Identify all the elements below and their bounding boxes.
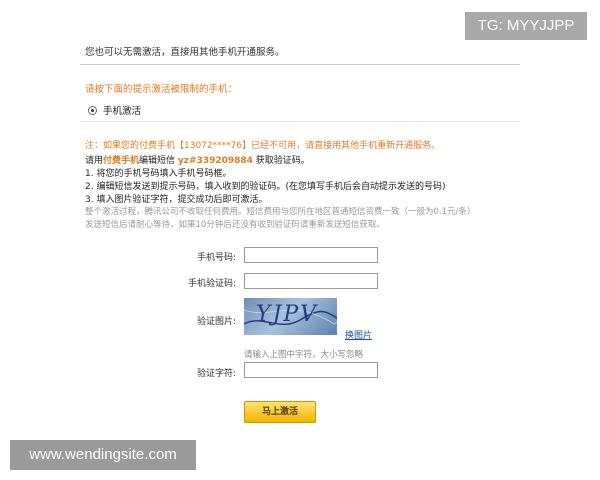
captcha-label: 验证图片: <box>196 317 236 327</box>
sms-instruction: 请用付费手机编辑短信 yz#339209884 获取验证码。 <box>85 153 310 166</box>
chars-input[interactable] <box>244 362 378 378</box>
radio-selected-icon[interactable] <box>88 105 97 115</box>
note-text: 注：如果您的付费手机【13072****76】已经不可用，请直接用其他手机重新开… <box>85 141 441 151</box>
refresh-captcha-link[interactable]: 换图片 <box>345 328 372 341</box>
divider <box>80 121 520 122</box>
sms-mid: 编辑短信 <box>139 156 178 166</box>
step-2: 2. 编辑短信发送到提示号码，填入收到的验证码。(在您填写手机后会自动提示发送的… <box>85 182 446 192</box>
phone-label: 手机号码: <box>196 253 236 263</box>
captcha-image: YJPV <box>244 298 337 335</box>
sms-post: 获取验证码。 <box>252 156 310 166</box>
option-phone-activation[interactable]: 手机激活 <box>88 103 141 117</box>
intro-text: 您也可以无需激活，直接用其他手机开通服务。 <box>85 47 285 58</box>
divider <box>80 64 520 65</box>
activate-button[interactable]: 马上激活 <box>244 401 316 423</box>
instruction-heading: 请按下面的提示激活被限制的手机： <box>85 84 238 95</box>
chars-label: 验证字符: <box>196 369 236 379</box>
info-wait: 发送短信后请耐心等待，如果10分钟后还没有收到验证码请重新发送短信获取。 <box>85 220 385 230</box>
phone-input[interactable] <box>244 247 378 263</box>
captcha-text: YJPV <box>256 302 319 327</box>
captcha-hint: 请输入上图中字符，大小写忽略 <box>244 350 364 360</box>
sms-code: yz#339209884 <box>177 156 253 166</box>
watermark-tg: TG: MYYJJPP <box>465 12 587 40</box>
info-fee: 整个激活过程，腾讯公司不收取任何费用。短信费用与您所在地区普通短信资费一致（一般… <box>85 207 476 217</box>
step-1: 1. 将您的手机号码填入手机号码框。 <box>85 169 232 179</box>
sms-code-input[interactable] <box>244 273 378 289</box>
watermark-site: www.wendingsite.com <box>10 440 196 470</box>
step-3: 3. 填入图片验证字符，提交成功后即可激活。 <box>85 195 268 205</box>
sms-highlight-phone: 付费手机 <box>103 156 140 166</box>
option-label: 手机激活 <box>103 106 142 117</box>
sms-pre: 请用 <box>85 156 104 166</box>
sms-code-label: 手机验证码: <box>187 279 236 289</box>
